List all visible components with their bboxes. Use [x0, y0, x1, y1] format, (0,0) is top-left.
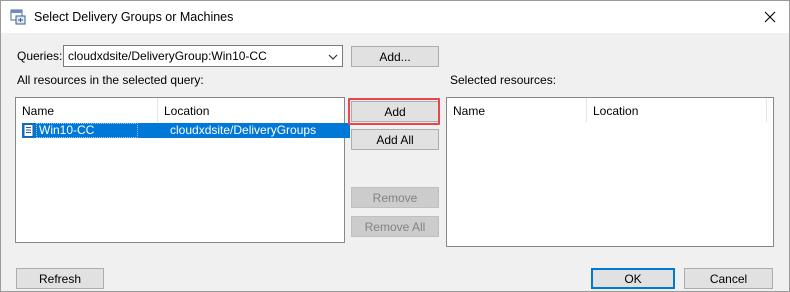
all-resources-label: All resources in the selected query: — [17, 73, 204, 87]
title-bar: Select Delivery Groups or Machines — [1, 1, 789, 33]
row-name-cell: Win10-CC — [36, 123, 138, 138]
close-icon — [764, 11, 776, 23]
row-location-cell: cloudxdsite/DeliveryGroups — [170, 123, 317, 137]
close-button[interactable] — [755, 3, 785, 31]
cancel-button[interactable]: Cancel — [684, 268, 773, 289]
selected-resources-label: Selected resources: — [450, 73, 557, 87]
all-resources-list[interactable]: Name Location Win10-CC cloudxdsite/Deliv… — [15, 97, 350, 243]
column-header-name[interactable]: Name — [447, 98, 587, 122]
list-item[interactable]: Win10-CC cloudxdsite/DeliveryGroups — [22, 123, 350, 138]
column-header-location[interactable]: Location — [158, 98, 345, 122]
column-header-location[interactable]: Location — [587, 98, 767, 122]
add-all-button[interactable]: Add All — [351, 129, 439, 150]
selected-resources-list[interactable]: Name Location — [446, 97, 774, 247]
dropdown-arrow-icon — [328, 51, 338, 61]
remove-all-button[interactable]: Remove All — [351, 216, 439, 237]
window-title: Select Delivery Groups or Machines — [34, 10, 234, 24]
column-header-name[interactable]: Name — [16, 98, 158, 122]
select-delivery-groups-dialog: Select Delivery Groups or Machines Queri… — [0, 0, 790, 292]
queries-label: Queries: — [17, 49, 63, 63]
queries-selected-value: cloudxdsite/DeliveryGroup:Win10-CC — [68, 49, 267, 63]
selected-resources-header: Name Location — [447, 98, 773, 122]
add-query-button[interactable]: Add... — [351, 46, 439, 67]
ok-button[interactable]: OK — [591, 268, 675, 289]
machine-icon — [23, 124, 34, 137]
app-window-icon — [10, 9, 26, 25]
all-resources-header: Name Location — [16, 98, 344, 122]
refresh-button[interactable]: Refresh — [16, 268, 104, 289]
remove-button[interactable]: Remove — [351, 187, 439, 208]
queries-dropdown[interactable]: cloudxdsite/DeliveryGroup:Win10-CC — [63, 45, 343, 67]
add-button-highlight — [348, 98, 440, 125]
